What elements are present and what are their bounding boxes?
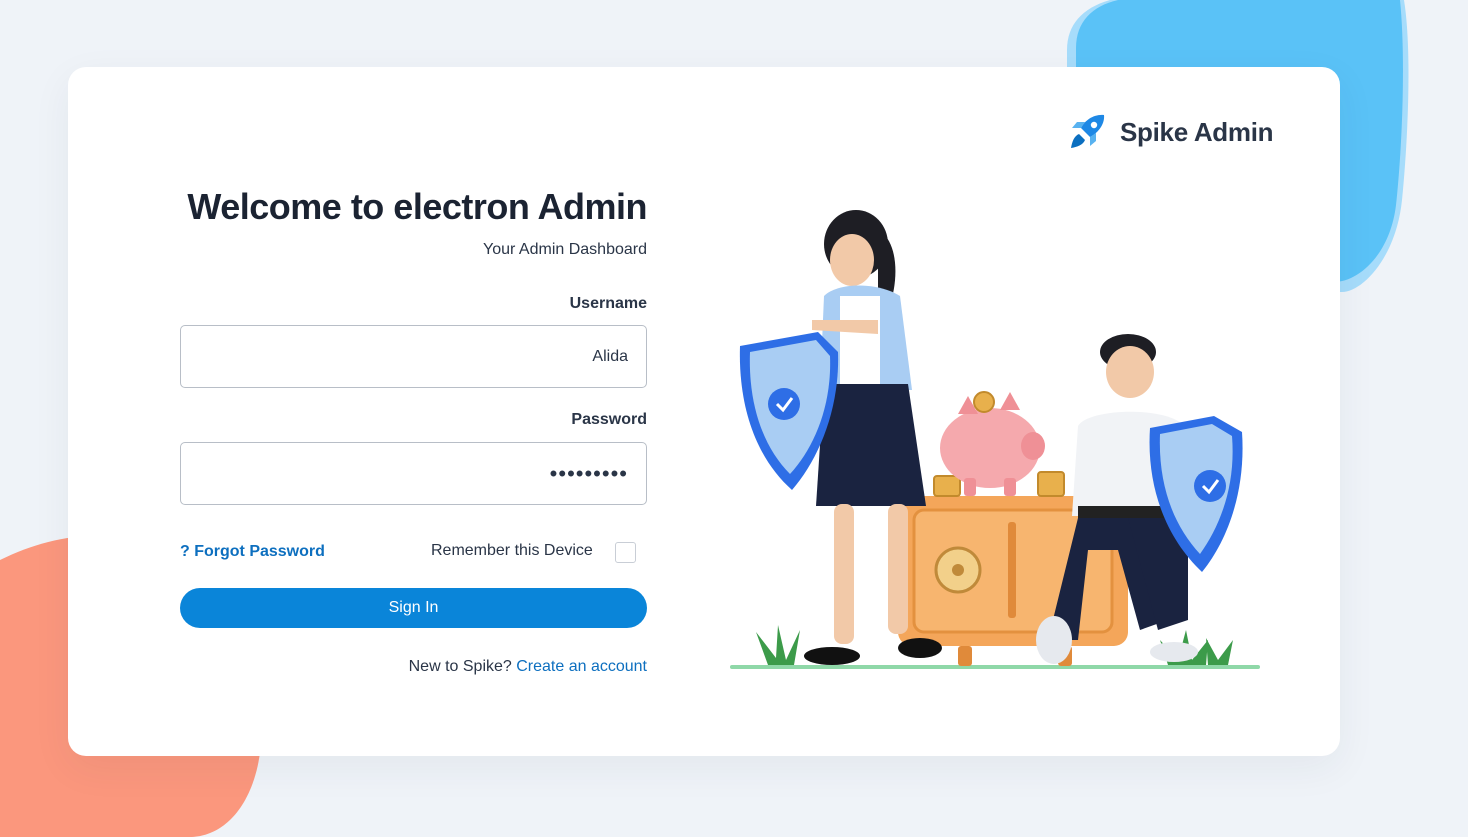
password-input[interactable] (180, 442, 647, 505)
brand-name: Spike Admin (1120, 116, 1274, 147)
password-label: Password (571, 411, 647, 428)
signup-prompt: New to Spike? Create an account (409, 658, 647, 676)
create-account-link[interactable]: Create an account (516, 658, 647, 675)
username-input[interactable] (180, 325, 647, 388)
brand-logo[interactable]: Spike Admin (1068, 112, 1274, 152)
grass-left-icon (756, 625, 800, 665)
sign-in-button[interactable]: Sign In (180, 588, 647, 628)
page-subtitle: Your Admin Dashboard (483, 241, 647, 258)
page-title: Welcome to electron Admin (187, 186, 647, 227)
security-illustration (730, 210, 1260, 669)
signup-prompt-text: New to Spike? (408, 658, 512, 675)
remember-device-checkbox[interactable] (615, 542, 636, 563)
username-label: Username (569, 295, 647, 312)
rocket-icon (1071, 114, 1105, 148)
forgot-password-link[interactable]: ? Forgot Password (180, 543, 325, 561)
remember-device-label: Remember this Device (431, 542, 593, 559)
